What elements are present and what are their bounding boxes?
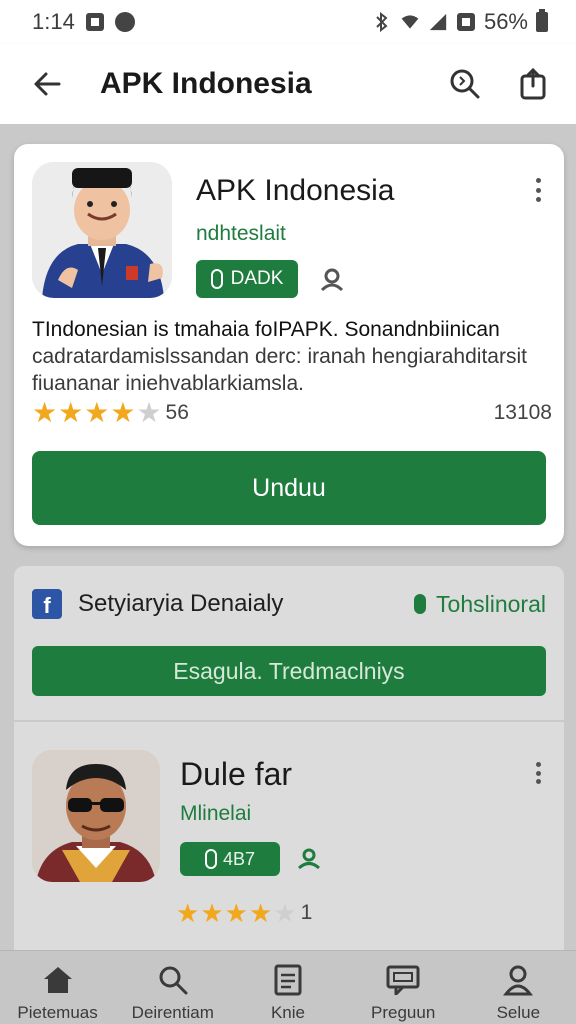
star-icon: ★ (110, 397, 136, 428)
app-bar: APK Indonesia (0, 44, 576, 124)
data-saver-icon (456, 12, 476, 32)
source-label[interactable]: Setyiaryia Denaialy (78, 590, 283, 618)
person-sync-icon (296, 846, 322, 872)
nav-label: Preguun (371, 1003, 436, 1022)
facebook-icon: f (32, 589, 62, 619)
rating-row: ★ ★ ★ ★ ★ 56 13108 (32, 398, 552, 428)
notification-box-icon (85, 12, 105, 32)
description-line-2: cadratardamislssandan derc: iranah hengi… (32, 345, 527, 368)
download-count: 13108 (493, 401, 552, 424)
page-title: APK Indonesia (100, 67, 312, 100)
home-icon (41, 963, 75, 997)
app-icon[interactable] (32, 750, 160, 882)
star-icon: ★ (84, 397, 110, 428)
install-button[interactable]: Unduu (32, 451, 546, 525)
search-icon[interactable] (448, 67, 482, 101)
developer-name[interactable]: ndhteslait (196, 222, 286, 246)
signal-icon (428, 12, 448, 32)
star-icon: ★ (224, 898, 248, 928)
nav-label: Deirentiam (131, 1003, 214, 1022)
nav-label: Selue (496, 1003, 541, 1022)
rating-stars: ★ ★ ★ ★ ★ (32, 399, 162, 427)
star-icon: ★ (58, 397, 84, 428)
notification-circle-icon (114, 12, 135, 32)
source-right-link[interactable]: Tohslinoral (414, 591, 546, 618)
microphone-icon (210, 269, 223, 289)
developer-name[interactable]: Mlinelai (180, 802, 251, 826)
rating-count: 1 (300, 901, 313, 924)
nav-item-profile[interactable]: Selue (463, 951, 573, 1023)
rating-row: ★ ★ ★ ★ ★ 1 (176, 900, 312, 926)
star-icon: ★ (248, 898, 273, 928)
bluetooth-icon (372, 12, 392, 32)
nav-item-home[interactable]: Pietemuas (3, 951, 113, 1023)
status-time: 1:14 (32, 9, 75, 34)
rating-count: 56 (165, 401, 189, 424)
source-right-label: Tohslinoral (436, 590, 546, 617)
nav-item-search[interactable]: Deirentiam (118, 951, 228, 1023)
star-icon: ★ (200, 898, 224, 928)
badge-label: 4B7 (222, 848, 256, 869)
battery-percent: 56% (483, 9, 528, 34)
more-options-icon[interactable] (534, 178, 542, 202)
chat-icon (386, 963, 420, 997)
battery-icon (536, 9, 548, 32)
secondary-card: f Setyiaryia Denaialy Tohslinoral Esagul… (14, 566, 564, 966)
person-sync-icon (318, 266, 346, 294)
microphone-icon (414, 594, 427, 614)
back-arrow-icon[interactable] (30, 67, 64, 101)
badge-label: DADK (230, 268, 284, 289)
download-badge: DADK (196, 260, 298, 298)
content-area: APK Indonesia ndhteslait DADK TIndonesia… (0, 124, 576, 966)
secondary-action-button[interactable]: Esagula. Tredmaclniys (32, 646, 546, 696)
rating-stars: ★ ★ ★ ★ ★ (176, 900, 297, 926)
bottom-nav: Pietemuas Deirentiam Knie Preguun Selue (0, 950, 576, 1024)
nav-label: Pietemuas (17, 1003, 98, 1022)
profile-icon (501, 963, 535, 997)
divider (14, 720, 564, 722)
microphone-icon (204, 849, 217, 869)
wifi-icon (400, 12, 420, 32)
source-row[interactable]: f Setyiaryia Denaialy Tohslinoral (32, 586, 546, 622)
more-options-icon[interactable] (534, 762, 542, 784)
search-icon (156, 963, 190, 997)
share-icon[interactable] (516, 67, 550, 101)
download-badge: 4B7 (180, 842, 280, 876)
nav-label: Knie (270, 1003, 305, 1022)
nav-item-chat[interactable]: Preguun (348, 951, 458, 1023)
document-icon (271, 963, 305, 997)
app-description: TIndonesian is tmahaia foIPAPK. Sonandnb… (32, 316, 552, 397)
star-icon: ★ (32, 397, 58, 428)
app-name[interactable]: APK Indonesia (196, 174, 394, 208)
status-bar: 1:14 56% (0, 0, 576, 44)
description-line-3: fiuananar iniehvablarkiamsla. (32, 372, 304, 395)
star-empty-icon: ★ (136, 397, 162, 428)
app-name[interactable]: Dule far (180, 756, 292, 793)
star-icon: ★ (176, 898, 200, 928)
star-empty-icon: ★ (273, 898, 297, 928)
featured-app-card[interactable]: APK Indonesia ndhteslait DADK TIndonesia… (14, 144, 564, 546)
app-icon[interactable] (32, 162, 172, 298)
description-line-1: TIndonesian is tmahaia foIPAPK. Sonandnb… (32, 318, 500, 341)
nav-item-document[interactable]: Knie (233, 951, 343, 1023)
